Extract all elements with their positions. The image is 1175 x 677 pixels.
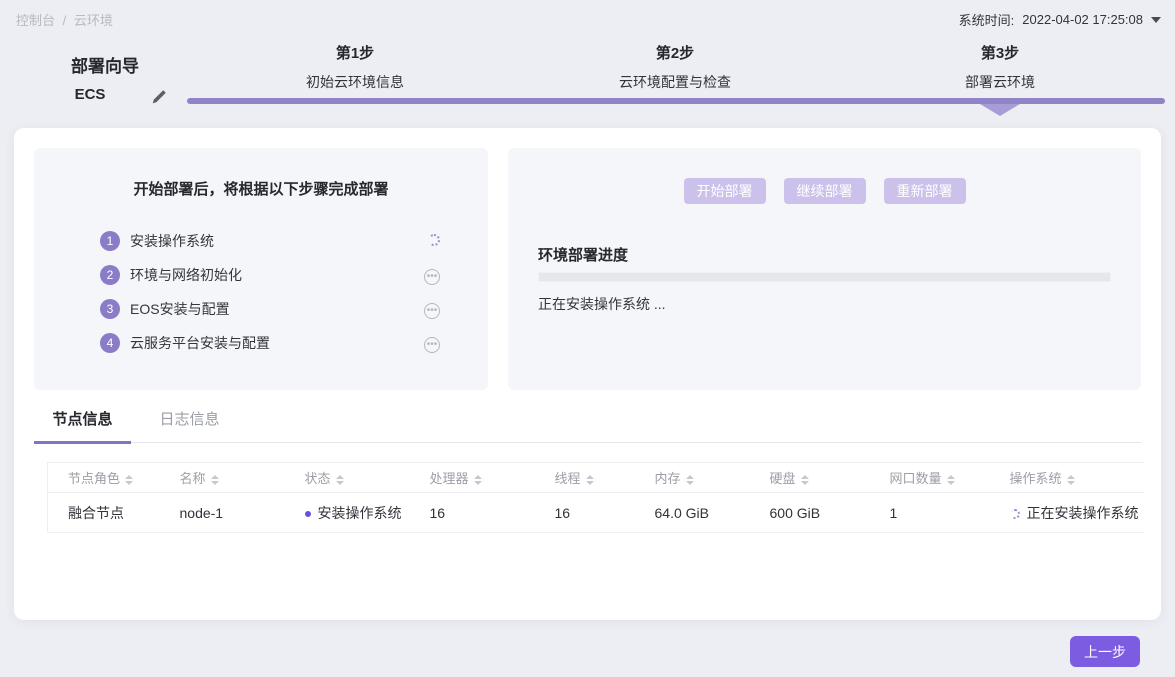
system-time-label: 系统时间: (959, 10, 1015, 29)
step-label: EOS安装与配置 (130, 299, 230, 319)
wizard-step-label: 初始云环境信息 (225, 72, 485, 92)
wizard-step-label: 云环境配置与检查 (545, 72, 805, 92)
cell-os: 正在安装操作系统 (990, 493, 1144, 533)
cell-cpu: 16 (410, 493, 535, 533)
start-deploy-button[interactable]: 开始部署 (684, 178, 766, 204)
sort-arrows-icon[interactable] (947, 475, 955, 485)
deploy-step-item: 3 EOS安装与配置 ••• (100, 299, 440, 319)
step-number-badge: 3 (100, 299, 120, 319)
previous-step-button[interactable]: 上一步 (1070, 636, 1140, 667)
tab-node-info[interactable]: 节点信息 (34, 408, 131, 444)
pencil-icon[interactable] (150, 88, 168, 106)
sort-arrows-icon[interactable] (586, 475, 594, 485)
redeploy-button[interactable]: 重新部署 (884, 178, 966, 204)
deploy-progress-panel: 开始部署 继续部署 重新部署 环境部署进度 正在安装操作系统 ... (508, 148, 1141, 390)
col-disk[interactable]: 硬盘 (750, 463, 870, 493)
deploy-step-item: 1 安装操作系统 (100, 231, 440, 251)
table-row: 融合节点 node-1 安装操作系统 16 16 64.0 GiB 600 Gi… (48, 493, 1144, 533)
wizard-step-3: 第3步 部署云环境 (870, 42, 1130, 92)
deploy-steps-panel: 开始部署后，将根据以下步骤完成部署 1 安装操作系统 2 环境与网络初始化 ••… (34, 148, 488, 390)
progress-bar (538, 272, 1111, 282)
progress-heading: 环境部署进度 (538, 244, 628, 265)
sort-arrows-icon[interactable] (474, 475, 482, 485)
deploy-buttons-row: 开始部署 继续部署 重新部署 (508, 178, 1141, 204)
table-header-row: 节点角色 名称 状态 处理器 线程 内存 硬盘 网口数量 操作系统 (48, 463, 1144, 493)
breadcrumb-item-console[interactable]: 控制台 (16, 13, 55, 28)
sort-arrows-icon[interactable] (801, 475, 809, 485)
deploy-step-item: 2 环境与网络初始化 ••• (100, 265, 440, 285)
col-memory[interactable]: 内存 (635, 463, 750, 493)
wizard-step-label: 部署云环境 (870, 72, 1130, 92)
node-table: 节点角色 名称 状态 处理器 线程 内存 硬盘 网口数量 操作系统 融合节点 n… (47, 462, 1144, 533)
sort-arrows-icon[interactable] (336, 475, 344, 485)
pending-ellipsis-icon: ••• (424, 269, 440, 285)
cell-name: node-1 (160, 493, 285, 533)
col-os[interactable]: 操作系统 (990, 463, 1144, 493)
sort-arrows-icon[interactable] (211, 475, 219, 485)
cell-disk: 600 GiB (750, 493, 870, 533)
loading-spinner-icon (428, 234, 440, 246)
system-time-selector[interactable]: 系统时间: 2022-04-02 17:25:08 (959, 10, 1161, 29)
wizard-step-1: 第1步 初始云环境信息 (225, 42, 485, 92)
chevron-down-icon[interactable] (1151, 17, 1161, 23)
step-label: 安装操作系统 (130, 231, 214, 251)
col-threads[interactable]: 线程 (535, 463, 635, 493)
breadcrumb: 控制台 / 云环境 (16, 10, 117, 29)
progress-status-text: 正在安装操作系统 ... (538, 294, 666, 314)
cell-threads: 16 (535, 493, 635, 533)
wizard-step-number: 第1步 (225, 42, 485, 63)
col-cpu[interactable]: 处理器 (410, 463, 535, 493)
sort-arrows-icon[interactable] (686, 475, 694, 485)
sort-arrows-icon[interactable] (1067, 475, 1075, 485)
step-label: 环境与网络初始化 (130, 265, 242, 285)
pending-ellipsis-icon: ••• (424, 303, 440, 319)
cell-nic-count: 1 (870, 493, 990, 533)
tab-log-info[interactable]: 日志信息 (141, 408, 238, 442)
loading-spinner-icon (1010, 509, 1020, 519)
info-tabbar: 节点信息 日志信息 (34, 408, 1141, 443)
cell-memory: 64.0 GiB (635, 493, 750, 533)
system-time-value: 2022-04-02 17:25:08 (1022, 12, 1143, 27)
cell-node-role: 融合节点 (48, 493, 160, 533)
wizard-step-number: 第2步 (545, 42, 805, 63)
step-number-badge: 1 (100, 231, 120, 251)
col-node-role[interactable]: 节点角色 (48, 463, 160, 493)
active-step-arrow-icon (980, 104, 1020, 116)
col-nic-count[interactable]: 网口数量 (870, 463, 990, 493)
deploy-steps-list: 1 安装操作系统 2 环境与网络初始化 ••• 3 EOS安装与配置 ••• 4… (100, 231, 440, 353)
wizard-name: ECS (40, 86, 140, 103)
status-dot-icon (305, 511, 311, 517)
pending-ellipsis-icon: ••• (424, 337, 440, 353)
col-status[interactable]: 状态 (285, 463, 410, 493)
deploy-step-item: 4 云服务平台安装与配置 ••• (100, 333, 440, 353)
breadcrumb-item-cloud-env[interactable]: 云环境 (74, 13, 113, 28)
deploy-steps-heading: 开始部署后，将根据以下步骤完成部署 (34, 178, 488, 199)
step-label: 云服务平台安装与配置 (130, 333, 270, 353)
wizard-step-2: 第2步 云环境配置与检查 (545, 42, 805, 92)
col-name[interactable]: 名称 (160, 463, 285, 493)
main-card: 开始部署后，将根据以下步骤完成部署 1 安装操作系统 2 环境与网络初始化 ••… (14, 128, 1161, 620)
cell-status: 安装操作系统 (285, 493, 410, 533)
sort-arrows-icon[interactable] (125, 475, 133, 485)
breadcrumb-separator: / (63, 13, 67, 28)
wizard-step-number: 第3步 (870, 42, 1130, 63)
continue-deploy-button[interactable]: 继续部署 (784, 178, 866, 204)
wizard-title: 部署向导 (40, 52, 170, 77)
step-number-badge: 2 (100, 265, 120, 285)
step-number-badge: 4 (100, 333, 120, 353)
